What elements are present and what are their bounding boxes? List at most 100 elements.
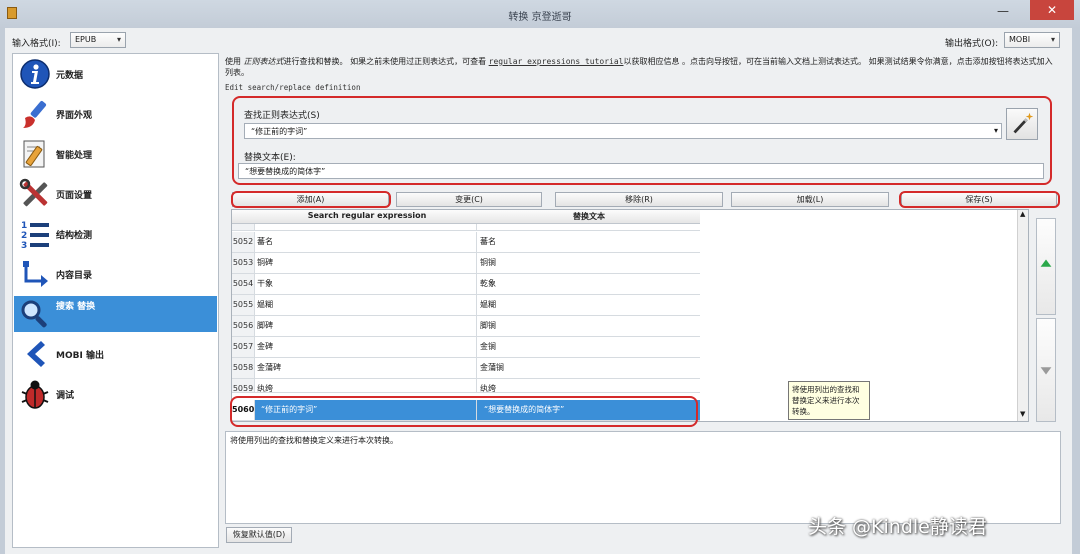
row-number: 5057 [232, 337, 255, 357]
window-frame-right [1072, 28, 1080, 554]
row-number: 5052 [232, 232, 255, 252]
highlight-box-new-rule [230, 396, 698, 427]
magnifier-icon [21, 300, 47, 328]
table-row[interactable]: 5052 蕃名 蕃名 [232, 232, 700, 253]
row-replace: 金蒲锏 [480, 363, 504, 372]
magic-wand-icon [1013, 112, 1034, 134]
row-replace: 金锏 [480, 342, 496, 351]
row-number: 5055 [232, 295, 255, 315]
row-search: 干象 [257, 274, 477, 294]
table-header: Search regular expression 替换文本 [232, 210, 700, 224]
input-format-value: EPUB [75, 35, 97, 44]
table-row[interactable]: 5055 媪糊 媪糊 [232, 295, 700, 316]
remove-button[interactable]: 移除(R) [555, 192, 723, 207]
chevron-down-icon: ▾ [1050, 35, 1055, 44]
row-search: 脚碑 [257, 316, 477, 336]
change-button[interactable]: 变更(C) [396, 192, 542, 207]
regex-tutorial-link[interactable]: regular expressions tutorial [489, 57, 624, 66]
scroll-up-icon[interactable]: ▲ [1020, 210, 1025, 218]
regex-emphasis: 正则表达式 [243, 57, 284, 66]
description-part: 进行查找和替换。 如果之前未使用过正则表达式，可查看 [283, 57, 487, 66]
row-number [232, 224, 255, 230]
svg-text:1: 1 [21, 221, 27, 231]
input-format-label: 输入格式(I): [12, 39, 61, 49]
bug-icon [21, 380, 49, 409]
sidebar-item-search-replace[interactable]: 搜索 替换 [14, 296, 217, 332]
row-search: 媪糊 [257, 295, 477, 315]
help-text: 将使用列出的查找和替换定义来进行本次转换。 [230, 436, 398, 445]
row-replace: 香水 [480, 224, 698, 230]
sidebar-item-metadata[interactable]: 元数据 [14, 56, 217, 92]
reset-defaults-button[interactable]: 恢复默认值(D) [226, 527, 292, 543]
row-search: 蕃名 [257, 232, 477, 252]
table-row[interactable]: 5059 纨绔 纨绔 [232, 379, 700, 393]
table-row[interactable]: 5053 铜碑 铜锏 [232, 253, 700, 274]
close-button[interactable]: ✕ [1030, 0, 1074, 20]
table-row[interactable]: 5054 干象 乾象 [232, 274, 700, 295]
row-number: 5059 [232, 379, 255, 392]
row-replace: 乾象 [480, 279, 496, 288]
row-search: 纨绔 [257, 379, 477, 392]
regex-wizard-button[interactable] [1006, 108, 1038, 140]
title-bar: 转换 京登逝哥 — ✕ [0, 0, 1080, 28]
move-down-button[interactable] [1036, 318, 1056, 422]
sidebar-item-structure-detection[interactable]: 1 2 3 结构检测 [14, 216, 217, 252]
paintbrush-icon [23, 100, 47, 128]
search-regex-value: “修正前的字词” [251, 127, 308, 136]
scroll-down-icon[interactable]: ▼ [1020, 410, 1025, 418]
row-search: 金碑 [257, 337, 477, 357]
arrow-up-icon [1040, 259, 1052, 267]
row-number: 5058 [232, 358, 255, 378]
chevron-down-icon[interactable]: ▾ [994, 126, 998, 135]
sidebar-item-label: 界面外观 [56, 111, 93, 121]
help-text-area: 将使用列出的查找和替换定义来进行本次转换。 [225, 431, 1061, 524]
row-search: 铜碑 [257, 253, 477, 273]
table-row[interactable]: 5058 金蒲碑 金蒲锏 [232, 358, 700, 379]
row-replace: 脚锏 [480, 321, 496, 330]
output-format-select[interactable]: MOBI ▾ [1004, 32, 1060, 48]
output-format-label: 输出格式(O): [945, 39, 999, 49]
table-row[interactable]: 5057 金碑 金锏 [232, 337, 700, 358]
sidebar-item-look-and-feel[interactable]: 界面外观 [14, 96, 217, 132]
column-header-replace[interactable]: 替换文本 [480, 211, 698, 222]
rules-table[interactable]: Search regular expression 替换文本 香水 香水 505… [231, 209, 1029, 422]
sidebar-item-label: 结构检测 [56, 231, 93, 241]
table-row[interactable]: 香水 香水 [232, 224, 700, 231]
load-button[interactable]: 加载(L) [731, 192, 889, 207]
toc-icon [23, 261, 48, 287]
window-title: 转换 京登逝哥 [508, 12, 572, 23]
table-row[interactable]: 5056 脚碑 脚锏 [232, 316, 700, 337]
settings-sidebar: 元数据 界面外观 智能处理 页面设置 1 2 3 结构检测 内容目录 搜索 替换… [12, 53, 219, 548]
tools-icon [19, 178, 48, 207]
replace-text-label: 替换文本(E): [244, 153, 296, 163]
table-scrollbar[interactable]: ▲ ▼ [1017, 210, 1028, 421]
minimize-button[interactable]: — [992, 3, 1014, 21]
sidebar-item-label: 页面设置 [56, 191, 93, 201]
row-search: 金蒲碑 [257, 358, 477, 378]
sidebar-item-debug[interactable]: 调试 [14, 376, 217, 412]
edit-definition-label: Edit search/replace definition [225, 83, 361, 92]
sidebar-item-label: 搜索 替换 [56, 302, 96, 312]
sidebar-item-heuristics[interactable]: 智能处理 [14, 136, 217, 172]
sidebar-item-page-setup[interactable]: 页面设置 [14, 176, 217, 212]
sidebar-item-table-of-contents[interactable]: 内容目录 [14, 256, 217, 292]
arrow-down-icon [1040, 367, 1052, 375]
chevron-down-icon: ▾ [116, 35, 121, 44]
document-pen-icon [23, 140, 45, 168]
description-part: 使用 [225, 57, 241, 66]
svg-text:3: 3 [21, 241, 27, 250]
column-header-search[interactable]: Search regular expression [257, 211, 477, 220]
row-replace: 铜锏 [480, 258, 496, 267]
row-replace: 媪糊 [480, 300, 496, 309]
input-format-select[interactable]: EPUB ▾ [70, 32, 126, 48]
move-up-button[interactable] [1036, 218, 1056, 315]
highlight-box-add [231, 191, 391, 208]
sidebar-item-label: 内容目录 [56, 271, 93, 281]
sidebar-item-label: 元数据 [56, 71, 84, 81]
replace-text-input[interactable]: “想要替换成的简体字” [238, 163, 1044, 179]
tooltip: 将使用列出的查找和替换定义来进行本次转换。 [788, 381, 870, 420]
sidebar-item-label: 调试 [56, 391, 75, 401]
search-regex-input[interactable]: “修正前的字词” ▾ [244, 123, 1002, 139]
description-text: 使用 正则表达式进行查找和替换。 如果之前未使用过正则表达式，可查看 regul… [225, 56, 1060, 78]
sidebar-item-mobi-output[interactable]: MOBI 输出 [14, 336, 217, 372]
